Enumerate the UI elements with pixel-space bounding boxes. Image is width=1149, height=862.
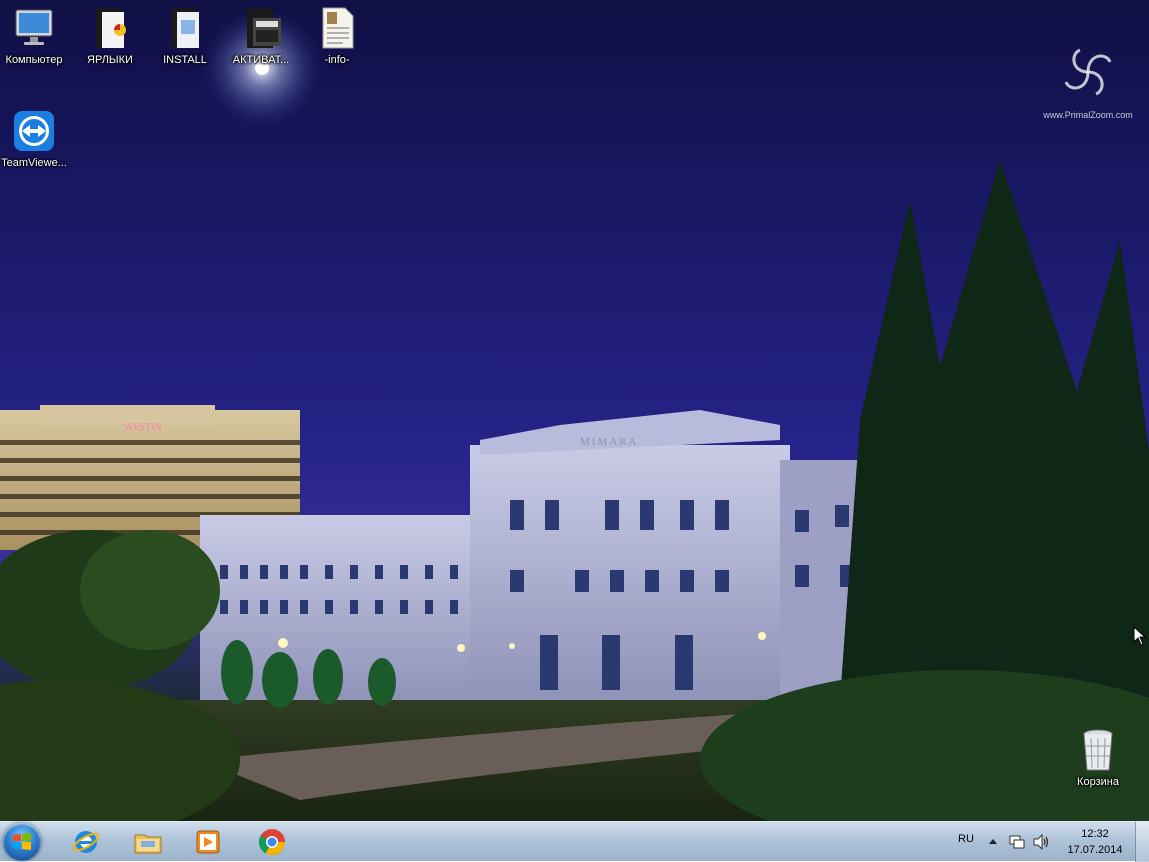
text-document-icon	[322, 7, 354, 49]
desktop-icon-aktivat[interactable]: АКТИВАТ...	[225, 0, 297, 67]
folder-icon	[96, 8, 126, 48]
teamviewer-icon	[14, 111, 54, 151]
desktop-icon-label: TeamViewe...	[1, 157, 67, 169]
show-desktop-button[interactable]	[1135, 822, 1149, 862]
desktop-icon-label: АКТИВАТ...	[232, 54, 290, 66]
windows-logo-icon	[13, 833, 31, 850]
desktop-icon-label: ЯРЛЫКИ	[87, 54, 133, 66]
watermark-text: www.PrimalZoom.com	[1043, 110, 1133, 120]
desktop-icon-recycle-bin[interactable]: Корзина	[1062, 722, 1134, 789]
wallpaper-photo: WESTIN MIMARA	[0, 8, 1149, 821]
clock-date: 17.07.2014	[1067, 844, 1123, 856]
internet-explorer-icon	[72, 831, 100, 853]
show-hidden-icons-icon[interactable]	[988, 837, 998, 845]
desktop-icon-label: Компьютер	[5, 54, 63, 66]
desktop[interactable]: WESTIN MIMARA www.PrimalZoom.com Компьют…	[0, 0, 1149, 821]
swirl-logo-icon	[1064, 48, 1112, 96]
taskbar-media-player[interactable]	[180, 824, 236, 860]
folder-icon	[247, 8, 281, 48]
clock-time: 12:32	[1081, 828, 1109, 840]
desktop-icon-yarlyki[interactable]: ЯРЛЫКИ	[74, 0, 146, 67]
taskbar-internet-explorer[interactable]	[58, 824, 114, 860]
desktop-icon-install[interactable]: INSTALL	[149, 0, 221, 67]
mouse-cursor-icon	[1133, 626, 1147, 646]
desktop-icon-teamviewer[interactable]: TeamViewe...	[0, 103, 70, 170]
windows-explorer-icon	[134, 834, 162, 854]
desktop-icon-info[interactable]: -info-	[301, 0, 373, 67]
taskbar-chrome[interactable]	[244, 824, 300, 860]
language-indicator[interactable]: RU	[958, 833, 974, 845]
desktop-icon-label: -info-	[324, 54, 350, 66]
folder-icon	[171, 8, 199, 48]
media-player-icon	[196, 830, 220, 854]
desktop-icon-label: Корзина	[1077, 776, 1119, 788]
watermark: www.PrimalZoom.com	[1033, 40, 1143, 120]
hotel-sign: WESTIN	[124, 422, 162, 433]
taskbar-windows-explorer[interactable]	[120, 824, 176, 860]
desktop-icon-computer[interactable]: Компьютер	[0, 0, 70, 67]
clock[interactable]: 12:32 17.07.2014	[1060, 826, 1130, 858]
museum-sign: MIMARA	[580, 436, 638, 448]
network-icon[interactable]	[1008, 834, 1026, 850]
recycle-bin-icon	[1083, 729, 1113, 771]
computer-icon	[15, 9, 53, 45]
desktop-icon-label: INSTALL	[163, 54, 207, 66]
chrome-icon	[258, 829, 286, 856]
start-button[interactable]	[3, 823, 41, 861]
volume-icon[interactable]	[1032, 834, 1050, 850]
taskbar: RU 12:32 17.07.2014	[0, 821, 1149, 862]
